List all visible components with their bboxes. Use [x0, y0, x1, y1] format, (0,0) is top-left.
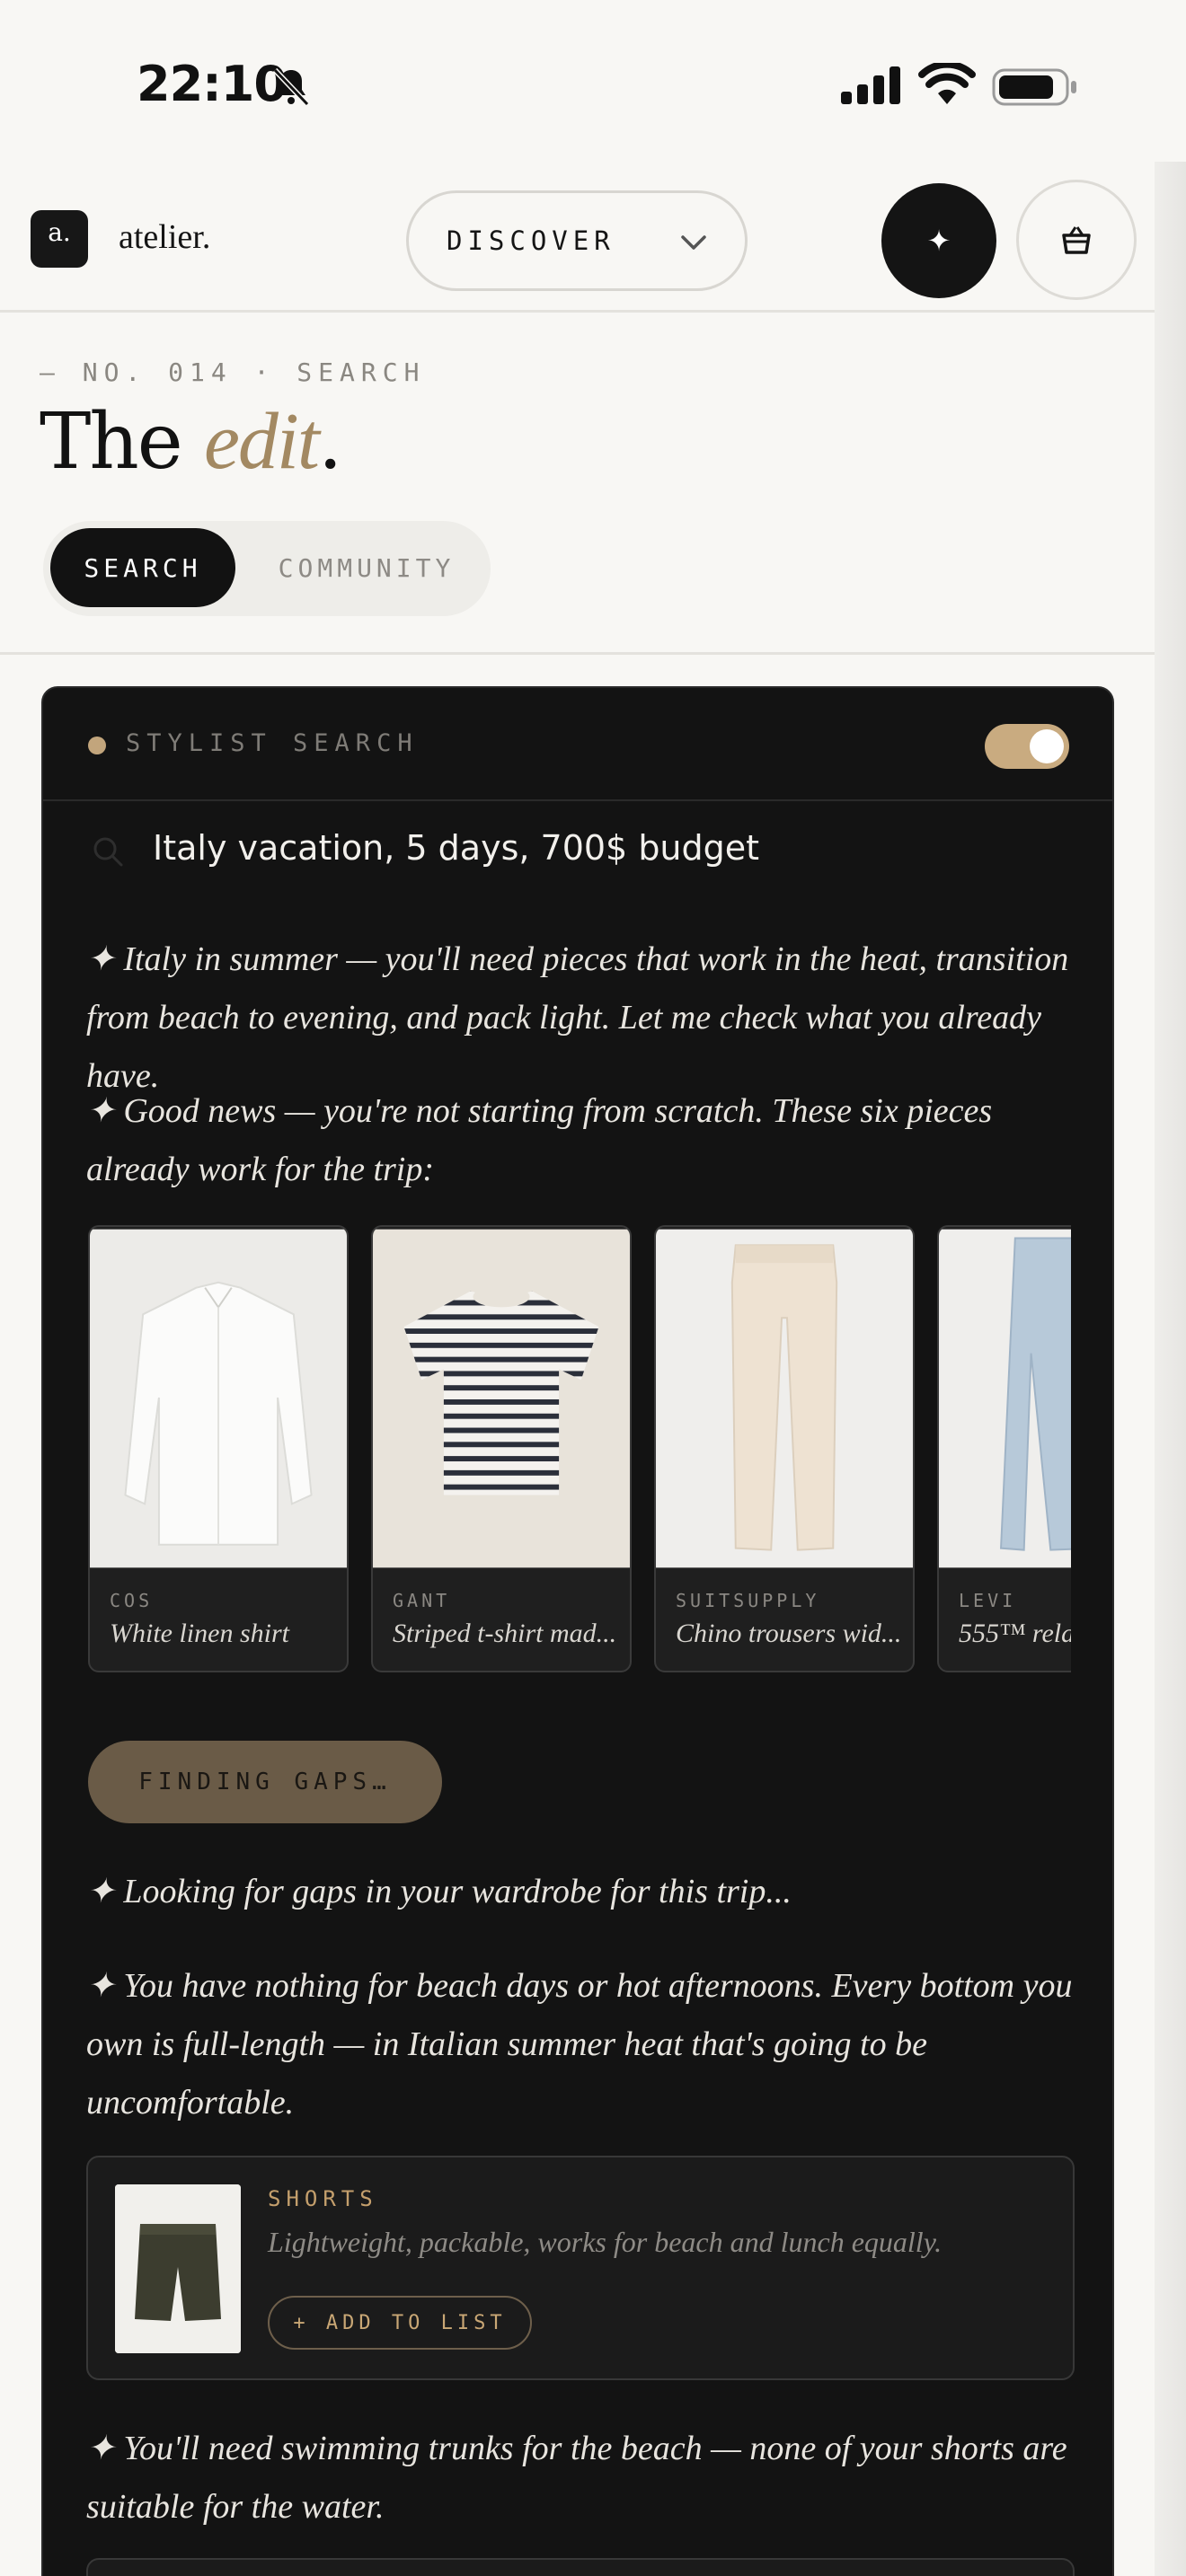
add-to-list-button[interactable]: + ADD TO LIST: [268, 2296, 532, 2350]
tab-community[interactable]: COMMUNITY: [259, 528, 474, 607]
wardrobe-carousel[interactable]: COS White linen shirt GANT Striped t-shi…: [88, 1225, 1071, 1674]
card-brand: SUITSUPPLY: [676, 1590, 820, 1611]
discover-dropdown[interactable]: DISCOVER: [406, 190, 748, 291]
title-suffix: .: [317, 397, 342, 487]
suggestion-title: SHORTS: [268, 2186, 378, 2211]
card-name: Chino trousers wid...: [676, 1619, 902, 1648]
card-name: Striped t-shirt mad...: [393, 1619, 617, 1648]
product-image: [115, 2184, 241, 2353]
status-dot: [88, 737, 106, 754]
stylist-button[interactable]: ✦: [881, 183, 996, 298]
wardrobe-card[interactable]: LEVI 555™ relaxed: [937, 1225, 1071, 1672]
status-time: 22:10: [137, 56, 288, 112]
wifi-icon: [918, 63, 976, 104]
product-image: [656, 1229, 913, 1568]
suggestion-card: [86, 2558, 1075, 2576]
mode-segmented-control: SEARCH COMMUNITY: [43, 521, 491, 616]
card-brand: LEVI: [959, 1590, 1017, 1611]
logo-mark[interactable]: a.: [31, 210, 88, 268]
stylist-panel: STYLIST SEARCH Italy vacation, 5 days, 7…: [41, 686, 1114, 2576]
product-image: [90, 1229, 347, 1568]
product-image: [939, 1229, 1071, 1568]
suggestion-description: Lightweight, packable, works for beach a…: [268, 2226, 943, 2258]
app-header: a. atelier. DISCOVER ✦: [0, 171, 1155, 313]
stylist-message: ✦ Italy in summer — you'll need pieces t…: [86, 940, 1069, 1095]
suggestion-card: SHORTS Lightweight, packable, works for …: [86, 2156, 1075, 2380]
search-icon: [93, 837, 123, 867]
panel-label: STYLIST SEARCH: [126, 729, 419, 757]
cellular-signal-icon: [841, 66, 900, 104]
page-title: The edit.: [40, 395, 342, 488]
stylist-message: ✦ You'll need swimming trunks for the be…: [86, 2430, 1067, 2526]
wardrobe-card[interactable]: SUITSUPPLY Chino trousers wid...: [654, 1225, 915, 1672]
tab-search[interactable]: SEARCH: [50, 528, 235, 607]
title-prefix: The: [40, 397, 204, 487]
section-divider: [0, 652, 1155, 655]
status-bar: 22:10: [0, 0, 1186, 171]
panel-header: STYLIST SEARCH: [43, 688, 1112, 801]
wardrobe-card[interactable]: COS White linen shirt: [88, 1225, 349, 1672]
logo-text[interactable]: atelier.: [119, 217, 210, 257]
finding-gaps-status: FINDING GAPS…: [88, 1741, 442, 1823]
card-brand: GANT: [393, 1590, 451, 1611]
stylist-message: ✦ Looking for gaps in your wardrobe for …: [86, 1873, 792, 1910]
card-name: 555™ relaxed: [959, 1619, 1071, 1648]
issue-eyebrow: — NO. 014 · SEARCH: [40, 357, 426, 387]
product-image: [373, 1229, 630, 1568]
discover-label: DISCOVER: [447, 225, 615, 256]
stylist-toggle[interactable]: [985, 724, 1069, 769]
search-query[interactable]: Italy vacation, 5 days, 700$ budget: [153, 828, 759, 868]
sparkle-icon: ✦: [926, 224, 951, 258]
edge-shadow: [1155, 162, 1186, 2576]
toggle-knob: [1030, 729, 1064, 763]
stylist-message: ✦ You have nothing for beach days or hot…: [86, 1967, 1073, 2122]
card-name: White linen shirt: [110, 1619, 289, 1648]
stylist-message: ✦ Good news — you're not starting from s…: [86, 1092, 993, 1188]
wardrobe-card[interactable]: GANT Striped t-shirt mad...: [371, 1225, 632, 1672]
title-accent: edit: [203, 397, 320, 486]
bag-button[interactable]: [1016, 180, 1137, 300]
bell-muted-icon: [272, 67, 310, 107]
battery-icon: [992, 68, 1076, 106]
card-brand: COS: [110, 1590, 154, 1611]
chevron-down-icon: [681, 235, 706, 250]
shopping-bag-icon: [1062, 226, 1091, 254]
